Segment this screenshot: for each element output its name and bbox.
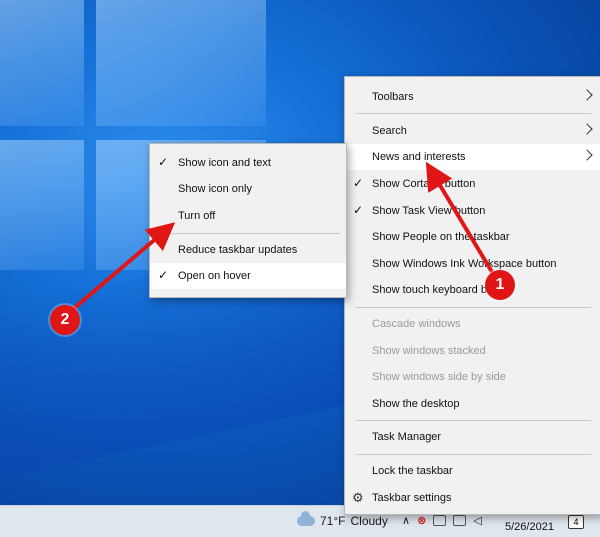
annotation-badge-2: 2 — [50, 305, 80, 335]
menu-item-label: Show windows side by side — [372, 371, 506, 383]
menu-item-label: News and interests — [372, 151, 466, 163]
system-tray[interactable]: ∧ ⊗ ◁ — [402, 514, 482, 527]
weather-desc: Cloudy — [350, 514, 388, 528]
menu-item-label: Lock the taskbar — [372, 465, 453, 477]
menu-item-toolbars[interactable]: Toolbars — [345, 84, 600, 110]
menu-separator — [355, 454, 591, 455]
chevron-right-icon — [581, 149, 593, 161]
chevron-right-icon — [581, 123, 593, 135]
window-logo-pane — [0, 0, 84, 126]
chevron-up-icon[interactable]: ∧ — [402, 514, 410, 527]
checkmark-icon: ✓ — [353, 176, 364, 190]
battery-icon[interactable] — [433, 515, 447, 526]
submenu-item-open-on-hover[interactable]: ✓ Open on hover — [150, 263, 346, 289]
menu-item-label: Task Manager — [372, 431, 442, 443]
cloud-icon — [297, 511, 315, 526]
menu-separator — [355, 420, 591, 421]
menu-item-label: Show Windows Ink Workspace button — [372, 258, 557, 270]
menu-item-label: Show Cortana button — [372, 178, 476, 190]
menu-separator — [355, 113, 591, 114]
clock-date[interactable]: 5/26/2021 — [505, 521, 554, 533]
submenu-item-label: Open on hover — [178, 270, 251, 282]
submenu-item-label: Show icon and text — [178, 157, 271, 169]
menu-item-show-task-view[interactable]: ✓ Show Task View button — [345, 198, 600, 224]
menu-item-lock-taskbar[interactable]: Lock the taskbar — [345, 458, 600, 484]
menu-item-show-desktop[interactable]: Show the desktop — [345, 391, 600, 417]
submenu-item-reduce-updates[interactable]: Reduce taskbar updates — [150, 237, 346, 263]
display-icon[interactable] — [453, 515, 467, 526]
menu-item-label: Taskbar settings — [372, 492, 452, 504]
menu-item-task-manager[interactable]: Task Manager — [345, 424, 600, 450]
menu-item-label: Show the desktop — [372, 398, 460, 410]
menu-item-show-people[interactable]: Show People on the taskbar — [345, 224, 600, 250]
menu-item-label: Show People on the taskbar — [372, 231, 510, 243]
chevron-right-icon — [581, 89, 593, 101]
menu-item-label: Show Task View button — [372, 205, 486, 217]
submenu-item-turn-off[interactable]: Turn off — [150, 203, 346, 229]
network-error-icon[interactable]: ⊗ — [417, 514, 426, 527]
weather-temp: 71°F — [320, 514, 346, 528]
window-logo-pane — [0, 140, 84, 270]
menu-item-show-windows-side-by-side: Show windows side by side — [345, 364, 600, 390]
weather-widget[interactable]: 71°F Cloudy — [297, 511, 388, 528]
menu-item-show-ink-workspace[interactable]: Show Windows Ink Workspace button — [345, 251, 600, 277]
checkmark-icon: ✓ — [353, 203, 364, 217]
menu-separator — [355, 307, 591, 308]
checkmark-icon: ✓ — [158, 155, 169, 169]
menu-item-label: Toolbars — [372, 91, 414, 103]
menu-item-label: Show windows stacked — [372, 345, 486, 357]
menu-item-search[interactable]: Search — [345, 118, 600, 144]
speaker-icon[interactable]: ◁ — [473, 514, 481, 527]
checkmark-icon: ✓ — [158, 268, 169, 282]
submenu-item-show-icon-only[interactable]: Show icon only — [150, 176, 346, 202]
menu-item-label: Cascade windows — [372, 318, 461, 330]
menu-separator — [156, 233, 340, 234]
menu-item-cascade-windows: Cascade windows — [345, 311, 600, 337]
menu-item-show-cortana[interactable]: ✓ Show Cortana button — [345, 171, 600, 197]
news-and-interests-submenu: ✓ Show icon and text Show icon only Turn… — [149, 143, 347, 298]
window-logo-pane — [96, 0, 266, 126]
submenu-item-label: Reduce taskbar updates — [178, 244, 298, 256]
taskbar-context-menu: Toolbars Search News and interests ✓ Sho… — [344, 76, 600, 515]
annotation-badge-1: 1 — [485, 270, 515, 300]
menu-item-label: Search — [372, 125, 407, 137]
submenu-item-label: Turn off — [178, 210, 216, 222]
submenu-item-label: Show icon only — [178, 183, 252, 195]
submenu-item-show-icon-and-text[interactable]: ✓ Show icon and text — [150, 150, 346, 176]
menu-item-show-windows-stacked: Show windows stacked — [345, 338, 600, 364]
menu-item-taskbar-settings[interactable]: ⚙ Taskbar settings — [345, 485, 600, 511]
gear-icon: ⚙ — [352, 490, 364, 505]
menu-item-show-touch-keyboard[interactable]: Show touch keyboard button — [345, 277, 600, 303]
menu-item-news-and-interests[interactable]: News and interests — [345, 144, 600, 170]
notification-icon[interactable]: 4 — [568, 515, 584, 529]
